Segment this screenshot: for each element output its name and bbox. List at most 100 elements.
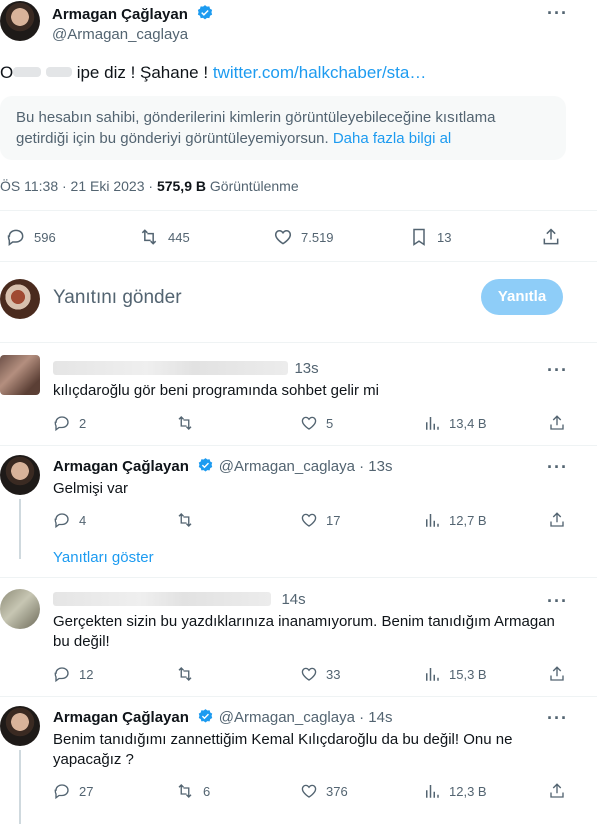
view-count: 12,7 B (449, 512, 487, 528)
share-button[interactable] (548, 665, 566, 683)
show-replies-link[interactable]: Yanıtları göster (53, 549, 154, 566)
reply-count: 596 (34, 229, 56, 245)
retweet-button[interactable] (175, 665, 203, 683)
reply-time[interactable]: 13s (294, 360, 318, 377)
divider (0, 577, 597, 578)
like-button[interactable]: 7.519 (273, 227, 334, 247)
author-header: Armagan Çağlayan @Armagan_caglaya (52, 4, 532, 43)
retweet-button[interactable]: 445 (138, 227, 190, 247)
reply-button[interactable]: 27 (53, 782, 93, 800)
like-count: 7.519 (301, 229, 334, 245)
like-button[interactable]: 17 (300, 511, 340, 529)
views-button[interactable]: 13,4 B (423, 414, 487, 432)
views-button[interactable]: 12,3 B (423, 782, 487, 800)
share-button[interactable] (541, 227, 561, 247)
more-options-icon[interactable]: ··· (547, 3, 568, 24)
analytics-icon (426, 668, 439, 681)
divider (0, 342, 597, 343)
like-button[interactable]: 33 (300, 665, 340, 683)
bookmark-count: 13 (437, 229, 452, 245)
retweet-button[interactable]: 6 (175, 782, 210, 800)
divider (0, 210, 597, 211)
tweet-link[interactable]: twitter.com/halkchaber/sta… (213, 63, 427, 82)
more-options-icon[interactable]: ··· (547, 457, 568, 478)
reply-button[interactable]: 596 (6, 227, 56, 247)
share-icon (543, 228, 559, 245)
heart-icon (301, 667, 317, 681)
retweet-icon (178, 513, 192, 527)
view-label: Görüntülenme (209, 178, 299, 194)
analytics-icon (426, 514, 439, 527)
reply-icon (54, 416, 69, 432)
author-avatar[interactable] (0, 1, 40, 41)
retweet-icon (178, 416, 192, 430)
author-handle[interactable]: @Armagan_caglaya (52, 26, 532, 43)
reply-avatar[interactable] (0, 706, 40, 746)
divider (0, 261, 597, 262)
reply-count: 27 (79, 783, 94, 799)
like-count: 33 (326, 666, 341, 682)
share-icon (550, 512, 564, 527)
analytics-icon (426, 417, 439, 430)
more-options-icon[interactable]: ··· (547, 708, 568, 729)
like-button[interactable]: 376 (300, 782, 348, 800)
retweet-icon (178, 667, 192, 681)
tweet-text-body: ipe diz ! Şahane ! (76, 63, 209, 82)
share-button[interactable] (548, 511, 566, 529)
share-button[interactable] (548, 782, 566, 800)
blurred-text (13, 67, 42, 77)
heart-icon (274, 229, 292, 245)
reply-button[interactable]: 4 (53, 511, 86, 529)
divider (0, 445, 597, 446)
reply-icon (54, 784, 69, 800)
author-name[interactable]: Armagan Çağlayan (52, 6, 188, 23)
retweet-icon (178, 784, 192, 798)
learn-more-link[interactable]: Daha fazla bilgi al (333, 130, 451, 147)
like-count: 5 (326, 415, 334, 431)
reply-icon (54, 667, 69, 683)
retweet-button[interactable] (175, 511, 203, 529)
tweet-meta: ÖS 11:38 · 21 Eki 2023 · 575,9 B Görüntü… (0, 178, 299, 194)
verified-badge-icon (199, 709, 213, 723)
verified-badge-icon (199, 458, 213, 472)
bookmark-icon (413, 228, 425, 246)
reply-author-name[interactable]: Armagan Çağlayan (53, 458, 189, 475)
reply-avatar[interactable] (0, 355, 40, 395)
reply-input[interactable]: Yanıtını gönder (53, 287, 453, 309)
analytics-icon (426, 785, 439, 798)
reply-button[interactable]: 12 (53, 665, 93, 683)
views-button[interactable]: 12,7 B (423, 511, 487, 529)
reply-text: Benim tanıdığımı zannettiğim Kemal Kılıç… (53, 731, 513, 768)
like-count: 17 (326, 512, 341, 528)
retweet-button[interactable] (175, 414, 203, 432)
blurred-name (53, 361, 288, 375)
reply-button[interactable]: 2 (53, 414, 86, 432)
view-count: 12,3 B (449, 783, 487, 799)
reply-icon (54, 513, 69, 529)
reply-header: Armagan Çağlayan @Armagan_caglaya · 14s (53, 708, 543, 727)
like-button[interactable]: 5 (300, 414, 333, 432)
restricted-notice: Bu hesabın sahibi, gönderilerini kimleri… (0, 96, 566, 160)
retweet-count: 6 (203, 783, 211, 799)
reply-author-name[interactable]: Armagan Çağlayan (53, 709, 189, 726)
reply-text: Gerçekten sizin bu yazdıklarınıza inanam… (53, 613, 555, 650)
more-options-icon[interactable]: ··· (547, 591, 568, 612)
reply-handle[interactable]: @Armagan_caglaya · 14s (219, 709, 393, 726)
share-icon (550, 666, 564, 681)
reply-header: 13s (53, 360, 543, 378)
reply-avatar[interactable] (0, 455, 40, 495)
reply-avatar[interactable] (0, 589, 40, 629)
view-count: 575,9 B (156, 178, 206, 194)
reply-text: Gelmişi var (53, 480, 129, 497)
heart-icon (301, 784, 317, 798)
reply-time[interactable]: 14s (281, 591, 305, 608)
bookmark-button[interactable]: 13 (409, 227, 451, 247)
views-button[interactable]: 15,3 B (423, 665, 487, 683)
reply-handle[interactable]: @Armagan_caglaya · 13s (219, 458, 393, 475)
more-options-icon[interactable]: ··· (547, 360, 568, 381)
reply-icon (7, 229, 24, 246)
reply-submit-button[interactable]: Yanıtla (481, 279, 563, 315)
tweet-timestamp[interactable]: ÖS 11:38 · 21 Eki 2023 · (0, 178, 153, 194)
share-button[interactable] (548, 414, 566, 432)
user-avatar[interactable] (0, 279, 40, 319)
